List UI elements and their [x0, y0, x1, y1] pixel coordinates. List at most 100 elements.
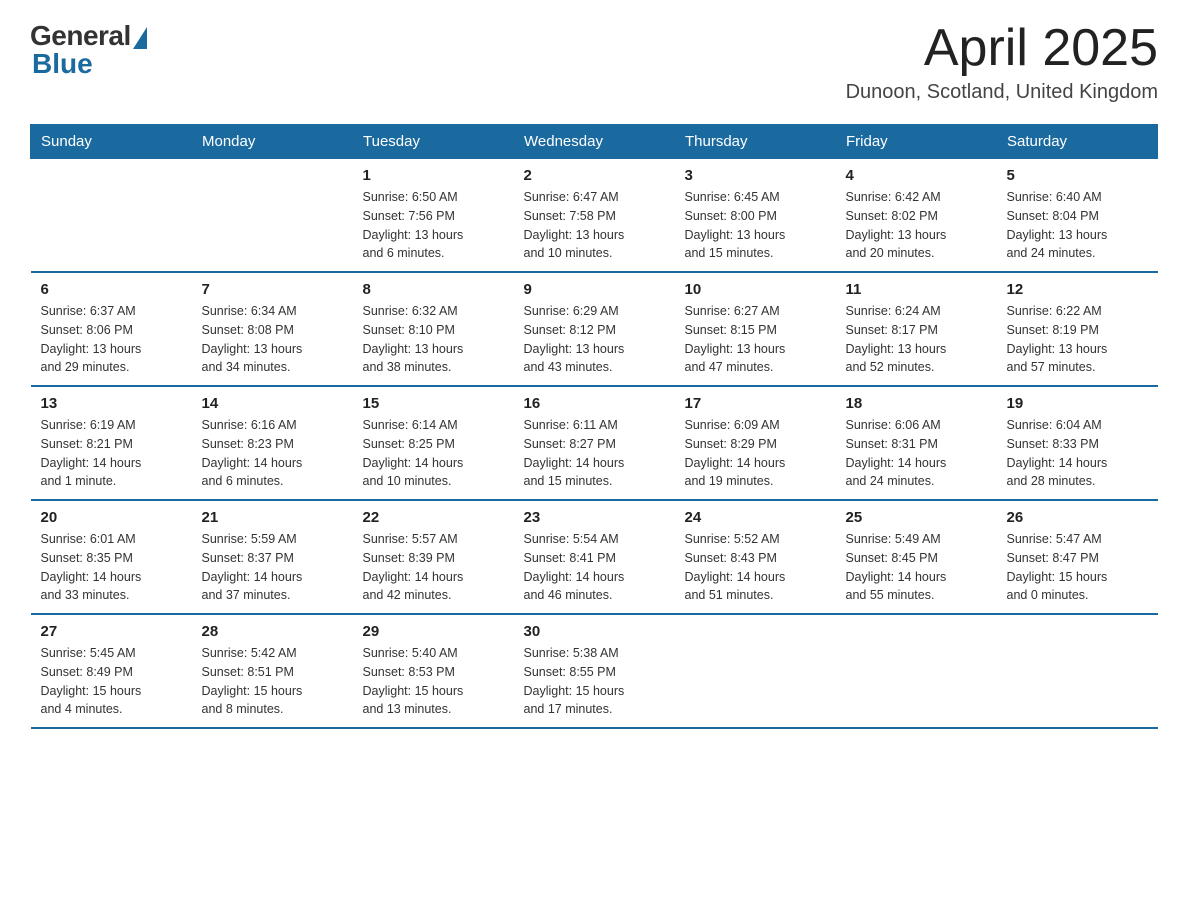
calendar-cell: 21 Sunrise: 5:59 AM Sunset: 8:37 PM Dayli… [192, 500, 353, 614]
day-info: Sunrise: 6:09 AM Sunset: 8:29 PM Dayligh… [685, 416, 826, 491]
day-number: 25 [846, 509, 987, 526]
day-number: 24 [685, 509, 826, 526]
day-info: Sunrise: 6:01 AM Sunset: 8:35 PM Dayligh… [41, 530, 182, 605]
day-info: Sunrise: 5:45 AM Sunset: 8:49 PM Dayligh… [41, 644, 182, 719]
day-info: Sunrise: 6:32 AM Sunset: 8:10 PM Dayligh… [363, 302, 504, 377]
day-number: 3 [685, 167, 826, 184]
calendar-cell: 29Sunrise: 5:40 AM Sunset: 8:53 PM Dayli… [353, 614, 514, 728]
day-info: Sunrise: 5:52 AM Sunset: 8:43 PM Dayligh… [685, 530, 826, 605]
day-info: Sunrise: 5:47 AM Sunset: 8:47 PM Dayligh… [1007, 530, 1148, 605]
day-info: Sunrise: 6:47 AM Sunset: 7:58 PM Dayligh… [524, 188, 665, 263]
calendar-cell: 2 Sunrise: 6:47 AM Sunset: 7:58 PM Daylig… [514, 159, 675, 273]
day-number: 20 [41, 509, 182, 526]
day-number: 4 [846, 167, 987, 184]
calendar-cell: 7 Sunrise: 6:34 AM Sunset: 8:08 PM Daylig… [192, 272, 353, 386]
calendar-cell: 1 Sunrise: 6:50 AM Sunset: 7:56 PM Daylig… [353, 159, 514, 273]
day-info: Sunrise: 6:06 AM Sunset: 8:31 PM Dayligh… [846, 416, 987, 491]
day-info: Sunrise: 6:37 AM Sunset: 8:06 PM Dayligh… [41, 302, 182, 377]
calendar-cell [836, 614, 997, 728]
day-number: 12 [1007, 281, 1148, 298]
weekday-header-friday: Friday [836, 125, 997, 159]
day-number: 9 [524, 281, 665, 298]
day-info: Sunrise: 5:57 AM Sunset: 8:39 PM Dayligh… [363, 530, 504, 605]
day-info: Sunrise: 6:11 AM Sunset: 8:27 PM Dayligh… [524, 416, 665, 491]
day-number: 8 [363, 281, 504, 298]
day-info: Sunrise: 6:42 AM Sunset: 8:02 PM Dayligh… [846, 188, 987, 263]
day-info: Sunrise: 5:59 AM Sunset: 8:37 PM Dayligh… [202, 530, 343, 605]
weekday-header-sunday: Sunday [31, 125, 192, 159]
month-title: April 2025 [846, 20, 1158, 77]
day-info: Sunrise: 6:04 AM Sunset: 8:33 PM Dayligh… [1007, 416, 1148, 491]
day-number: 10 [685, 281, 826, 298]
calendar-cell: 3 Sunrise: 6:45 AM Sunset: 8:00 PM Daylig… [675, 159, 836, 273]
weekday-header-thursday: Thursday [675, 125, 836, 159]
day-info: Sunrise: 6:34 AM Sunset: 8:08 PM Dayligh… [202, 302, 343, 377]
day-info: Sunrise: 6:24 AM Sunset: 8:17 PM Dayligh… [846, 302, 987, 377]
day-number: 13 [41, 395, 182, 412]
calendar-cell: 27 Sunrise: 5:45 AM Sunset: 8:49 PM Dayli… [31, 614, 192, 728]
calendar-cell: 6 Sunrise: 6:37 AM Sunset: 8:06 PM Daylig… [31, 272, 192, 386]
calendar-week-row: 1 Sunrise: 6:50 AM Sunset: 7:56 PM Daylig… [31, 159, 1158, 273]
day-number: 1 [363, 167, 504, 184]
weekday-header-monday: Monday [192, 125, 353, 159]
calendar-cell: 24 Sunrise: 5:52 AM Sunset: 8:43 PM Dayli… [675, 500, 836, 614]
day-number: 19 [1007, 395, 1148, 412]
day-info: Sunrise: 6:45 AM Sunset: 8:00 PM Dayligh… [685, 188, 826, 263]
calendar-cell: 22 Sunrise: 5:57 AM Sunset: 8:39 PM Dayli… [353, 500, 514, 614]
day-info: Sunrise: 6:50 AM Sunset: 7:56 PM Dayligh… [363, 188, 504, 263]
calendar-cell: 12 Sunrise: 6:22 AM Sunset: 8:19 PM Dayli… [997, 272, 1158, 386]
page-header: General Blue April 2025 Dunoon, Scotland… [30, 20, 1158, 104]
weekday-header-wednesday: Wednesday [514, 125, 675, 159]
calendar-cell: 14 Sunrise: 6:16 AM Sunset: 8:23 PM Dayli… [192, 386, 353, 500]
calendar-cell [31, 159, 192, 273]
day-number: 23 [524, 509, 665, 526]
day-number: 6 [41, 281, 182, 298]
day-number: 17 [685, 395, 826, 412]
calendar-cell: 17 Sunrise: 6:09 AM Sunset: 8:29 PM Dayli… [675, 386, 836, 500]
calendar-table: SundayMondayTuesdayWednesdayThursdayFrid… [30, 124, 1158, 729]
day-info: Sunrise: 6:14 AM Sunset: 8:25 PM Dayligh… [363, 416, 504, 491]
day-number: 11 [846, 281, 987, 298]
calendar-cell: 23 Sunrise: 5:54 AM Sunset: 8:41 PM Dayli… [514, 500, 675, 614]
calendar-cell: 10Sunrise: 6:27 AM Sunset: 8:15 PM Dayli… [675, 272, 836, 386]
calendar-cell: 8 Sunrise: 6:32 AM Sunset: 8:10 PM Daylig… [353, 272, 514, 386]
calendar-week-row: 20 Sunrise: 6:01 AM Sunset: 8:35 PM Dayli… [31, 500, 1158, 614]
calendar-cell: 4 Sunrise: 6:42 AM Sunset: 8:02 PM Daylig… [836, 159, 997, 273]
day-number: 2 [524, 167, 665, 184]
calendar-cell: 25 Sunrise: 5:49 AM Sunset: 8:45 PM Dayli… [836, 500, 997, 614]
weekday-header-tuesday: Tuesday [353, 125, 514, 159]
day-info: Sunrise: 5:54 AM Sunset: 8:41 PM Dayligh… [524, 530, 665, 605]
calendar-cell: 19 Sunrise: 6:04 AM Sunset: 8:33 PM Dayli… [997, 386, 1158, 500]
day-number: 15 [363, 395, 504, 412]
day-info: Sunrise: 5:38 AM Sunset: 8:55 PM Dayligh… [524, 644, 665, 719]
logo-blue-text: Blue [32, 48, 93, 80]
day-info: Sunrise: 6:22 AM Sunset: 8:19 PM Dayligh… [1007, 302, 1148, 377]
calendar-cell [997, 614, 1158, 728]
calendar-week-row: 6 Sunrise: 6:37 AM Sunset: 8:06 PM Daylig… [31, 272, 1158, 386]
title-section: April 2025 Dunoon, Scotland, United King… [846, 20, 1158, 104]
day-number: 14 [202, 395, 343, 412]
day-number: 7 [202, 281, 343, 298]
day-number: 21 [202, 509, 343, 526]
calendar-cell: 11 Sunrise: 6:24 AM Sunset: 8:17 PM Dayli… [836, 272, 997, 386]
calendar-week-row: 13 Sunrise: 6:19 AM Sunset: 8:21 PM Dayli… [31, 386, 1158, 500]
day-number: 18 [846, 395, 987, 412]
day-number: 28 [202, 623, 343, 640]
calendar-week-row: 27 Sunrise: 5:45 AM Sunset: 8:49 PM Dayli… [31, 614, 1158, 728]
day-number: 27 [41, 623, 182, 640]
day-info: Sunrise: 6:40 AM Sunset: 8:04 PM Dayligh… [1007, 188, 1148, 263]
day-number: 30 [524, 623, 665, 640]
calendar-cell: 5Sunrise: 6:40 AM Sunset: 8:04 PM Daylig… [997, 159, 1158, 273]
calendar-cell [192, 159, 353, 273]
calendar-cell: 28Sunrise: 5:42 AM Sunset: 8:51 PM Dayli… [192, 614, 353, 728]
day-info: Sunrise: 6:19 AM Sunset: 8:21 PM Dayligh… [41, 416, 182, 491]
day-info: Sunrise: 5:49 AM Sunset: 8:45 PM Dayligh… [846, 530, 987, 605]
day-number: 22 [363, 509, 504, 526]
calendar-cell: 13 Sunrise: 6:19 AM Sunset: 8:21 PM Dayli… [31, 386, 192, 500]
day-info: Sunrise: 5:40 AM Sunset: 8:53 PM Dayligh… [363, 644, 504, 719]
calendar-header-row: SundayMondayTuesdayWednesdayThursdayFrid… [31, 125, 1158, 159]
logo-triangle-icon [133, 27, 147, 49]
day-info: Sunrise: 6:16 AM Sunset: 8:23 PM Dayligh… [202, 416, 343, 491]
calendar-cell: 20 Sunrise: 6:01 AM Sunset: 8:35 PM Dayli… [31, 500, 192, 614]
calendar-cell: 18 Sunrise: 6:06 AM Sunset: 8:31 PM Dayli… [836, 386, 997, 500]
